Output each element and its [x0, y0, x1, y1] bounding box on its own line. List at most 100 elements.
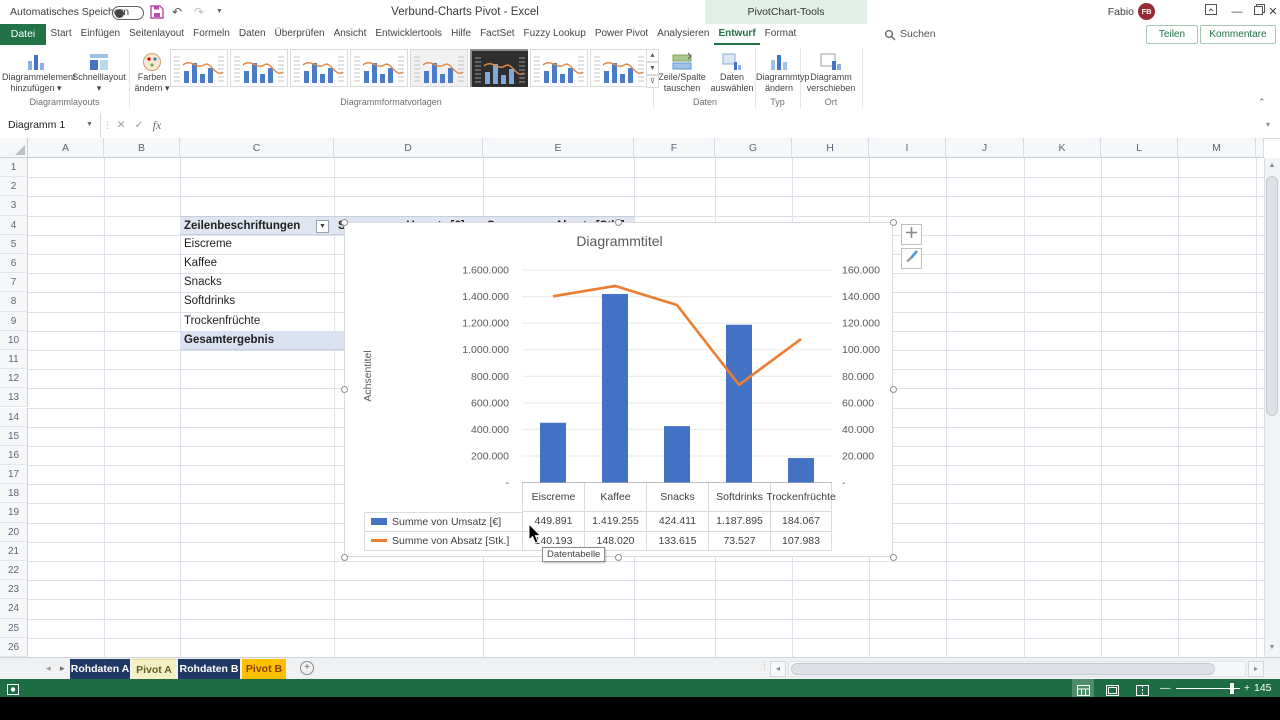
- cell-C7[interactable]: Snacks: [180, 273, 334, 292]
- chart-selection-handle[interactable]: [614, 218, 622, 226]
- chart-style-thumbnail-6[interactable]: [470, 49, 528, 87]
- row-header-22[interactable]: 22: [0, 561, 28, 581]
- zoom-out-icon[interactable]: —: [1160, 679, 1171, 697]
- chart-selection-handle[interactable]: [340, 218, 348, 226]
- gallery-up-icon[interactable]: ▲: [646, 49, 659, 62]
- quick-layout-button[interactable]: Schnelllayout ▾: [72, 48, 126, 93]
- gallery-down-icon[interactable]: ▼: [646, 62, 659, 75]
- cell-C4[interactable]: Zeilenbeschriftungen ▼: [180, 215, 334, 235]
- switch-row-column-button[interactable]: Zeile/Spalte tauschen: [656, 48, 708, 93]
- row-header-11[interactable]: 11: [0, 349, 28, 370]
- gallery-more-icon[interactable]: ⊽: [646, 75, 659, 88]
- zoom-in-icon[interactable]: +: [1244, 679, 1250, 697]
- vscroll-up-icon[interactable]: ▲: [1266, 160, 1278, 172]
- chart-style-thumbnail-8[interactable]: [590, 49, 648, 87]
- sheet-nav-left-icon[interactable]: ◂: [46, 658, 51, 679]
- cell-C6[interactable]: Kaffee: [180, 254, 334, 273]
- column-header-A[interactable]: A: [28, 138, 104, 158]
- row-header-8[interactable]: 8: [0, 292, 28, 312]
- chart-selection-handle[interactable]: [889, 218, 897, 226]
- column-header-B[interactable]: B: [104, 138, 180, 158]
- row-header-3[interactable]: 3: [0, 196, 28, 216]
- chart-style-thumbnail-2[interactable]: [230, 49, 288, 87]
- pivot-chart[interactable]: Diagrammtitel 1.600.000 160.000 1.400.000 1…: [344, 222, 893, 557]
- tab-formeln[interactable]: Formeln: [189, 24, 235, 45]
- hscroll-track[interactable]: [788, 661, 1246, 677]
- chart-selection-handle[interactable]: [614, 553, 622, 561]
- tab-entwicklertools[interactable]: Entwicklertools: [371, 24, 447, 45]
- select-data-button[interactable]: Daten auswählen: [708, 48, 756, 93]
- tab-datei[interactable]: Datei: [0, 24, 46, 45]
- row-header-4[interactable]: 4: [0, 215, 28, 235]
- sheet-tab-rohdaten-b[interactable]: Rohdaten B: [178, 659, 240, 679]
- autosave-toggle[interactable]: [112, 6, 144, 20]
- row-header-21[interactable]: 21: [0, 541, 28, 562]
- select-all-corner[interactable]: [0, 138, 28, 158]
- normal-view-icon[interactable]: [1072, 679, 1094, 697]
- change-chart-type-button[interactable]: Diagrammtyp ändern: [756, 48, 810, 93]
- tab-power-pivot[interactable]: Power Pivot: [590, 24, 652, 45]
- cell-C5[interactable]: Eiscreme: [180, 235, 334, 254]
- change-colors-button[interactable]: Farben ändern ▾: [131, 48, 173, 93]
- row-header-25[interactable]: 25: [0, 618, 28, 638]
- comments-button[interactable]: Kommentare: [1200, 25, 1276, 44]
- minimize-button[interactable]: —: [1226, 0, 1248, 24]
- row-header-26[interactable]: 26: [0, 637, 28, 657]
- tab-ansicht[interactable]: Ansicht: [329, 24, 371, 45]
- cell-C8[interactable]: Softdrinks: [180, 292, 334, 311]
- tab-entwurf[interactable]: Entwurf: [713, 24, 761, 45]
- tab--berpr-fen[interactable]: Überprüfen: [270, 24, 329, 45]
- column-header-G[interactable]: G: [715, 138, 792, 158]
- formula-bar-expand-icon[interactable]: ▾: [1266, 113, 1270, 137]
- hscroll-left-icon[interactable]: ◂: [770, 661, 786, 677]
- tab-seitenlayout[interactable]: Seitenlayout: [125, 24, 189, 45]
- cell-C9[interactable]: Trockenfrüchte: [180, 312, 334, 331]
- vscroll-thumb[interactable]: [1266, 176, 1278, 416]
- macro-record-icon[interactable]: [7, 682, 19, 697]
- chart-selection-handle[interactable]: [889, 385, 897, 393]
- tab-start[interactable]: Start: [46, 24, 76, 45]
- close-button[interactable]: ✕: [1266, 0, 1280, 24]
- row-labels-filter-button[interactable]: ▼: [316, 219, 329, 233]
- sheet-tab-pivot-b[interactable]: Pivot B: [242, 659, 286, 679]
- chart-style-thumbnail-4[interactable]: [350, 49, 408, 87]
- row-header-19[interactable]: 19: [0, 503, 28, 523]
- row-header-18[interactable]: 18: [0, 484, 28, 504]
- column-header-D[interactable]: D: [334, 138, 483, 158]
- column-header-M[interactable]: M: [1178, 138, 1256, 158]
- column-header-L[interactable]: L: [1101, 138, 1178, 158]
- cell-C10[interactable]: Gesamtergebnis: [180, 330, 344, 350]
- chart-selection-handle[interactable]: [889, 553, 897, 561]
- move-chart-button[interactable]: Diagramm verschieben: [802, 48, 860, 93]
- zoom-slider-thumb[interactable]: [1230, 682, 1234, 694]
- column-header-J[interactable]: J: [946, 138, 1024, 158]
- row-header-15[interactable]: 15: [0, 426, 28, 446]
- formula-input[interactable]: [168, 115, 1262, 135]
- chart-style-thumbnail-7[interactable]: [530, 49, 588, 87]
- search-label[interactable]: Suchen: [900, 24, 936, 45]
- row-header-7[interactable]: 7: [0, 273, 28, 293]
- chart-selection-handle[interactable]: [340, 553, 348, 561]
- add-chart-element-button[interactable]: Diagrammelement hinzufügen ▾: [2, 48, 76, 93]
- tab-daten[interactable]: Daten: [234, 24, 270, 45]
- row-header-16[interactable]: 16: [0, 445, 28, 466]
- chart-elements-button[interactable]: [901, 224, 922, 245]
- chart-style-thumbnail-1[interactable]: [170, 49, 228, 87]
- row-header-10[interactable]: 10: [0, 330, 28, 350]
- chart-style-thumbnail-3[interactable]: [290, 49, 348, 87]
- vscroll-down-icon[interactable]: ▼: [1266, 642, 1278, 654]
- add-sheet-button[interactable]: +: [300, 661, 314, 675]
- name-box[interactable]: Diagramm 1 ▼: [0, 113, 101, 137]
- tab-einf-gen[interactable]: Einfügen: [76, 24, 124, 45]
- column-header-partial[interactable]: [1256, 138, 1264, 158]
- row-header-23[interactable]: 23: [0, 580, 28, 600]
- column-header-E[interactable]: E: [483, 138, 634, 158]
- chart-selection-handle[interactable]: [340, 385, 348, 393]
- row-header-17[interactable]: 17: [0, 465, 28, 485]
- sheet-nav-right-icon[interactable]: ▸: [60, 658, 65, 679]
- row-header-13[interactable]: 13: [0, 388, 28, 408]
- insert-function-icon[interactable]: fx: [148, 113, 166, 137]
- sheet-tab-pivot-a[interactable]: Pivot A: [132, 659, 176, 679]
- undo-icon[interactable]: ↶: [172, 0, 182, 24]
- collapse-ribbon-icon[interactable]: ⌃: [1258, 97, 1266, 108]
